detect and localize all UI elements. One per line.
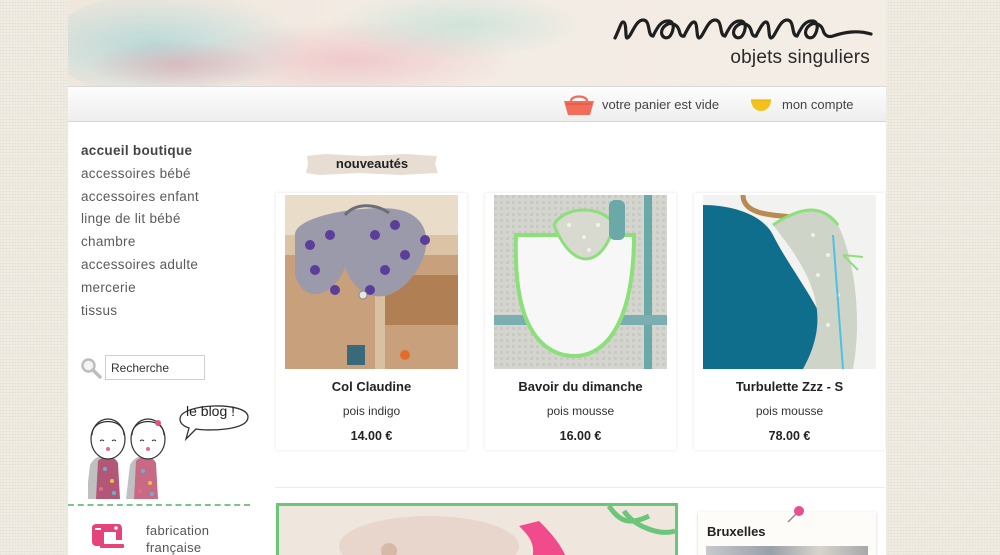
product-card[interactable]: Turbulette Zzz - S pois mousse 78.00 € bbox=[694, 193, 885, 450]
header-banner: objets singuliers bbox=[68, 0, 886, 86]
product-price: 16.00 € bbox=[559, 429, 602, 443]
cart-link[interactable]: votre panier est vide bbox=[562, 91, 719, 117]
product-image[interactable] bbox=[494, 195, 667, 369]
bruxelles-card[interactable]: Bruxelles bbox=[698, 506, 876, 555]
product-card[interactable]: Col Claudine pois indigo 14.00 € bbox=[276, 193, 467, 450]
account-icon bbox=[751, 99, 771, 111]
site-logo[interactable] bbox=[613, 8, 875, 48]
product-variant: pois indigo bbox=[342, 404, 401, 418]
category-chambre[interactable]: chambre bbox=[81, 231, 251, 254]
fabrication-francaise[interactable]: fabrication française bbox=[90, 522, 209, 555]
product-image[interactable] bbox=[703, 195, 876, 369]
section-divider bbox=[275, 487, 885, 488]
sidebar-divider bbox=[68, 504, 250, 506]
product-variant: pois mousse bbox=[546, 404, 615, 418]
account-label: mon compte bbox=[782, 96, 854, 112]
section-title: nouveautés bbox=[335, 156, 409, 171]
featured-banner-image[interactable] bbox=[276, 503, 678, 555]
product-image[interactable] bbox=[285, 195, 458, 369]
pin-icon bbox=[787, 506, 804, 523]
blog-label: le blog ! bbox=[186, 403, 235, 419]
site-tagline: objets singuliers bbox=[730, 47, 870, 68]
category-linge-de-lit-bebe[interactable]: linge de lit bébé bbox=[81, 208, 251, 231]
top-navbar: votre panier est vide mon compte bbox=[68, 86, 886, 122]
blog-illustration: le blog ! bbox=[86, 403, 249, 499]
search-input[interactable] bbox=[105, 355, 205, 380]
account-link[interactable]: mon compte bbox=[750, 91, 854, 117]
category-accessoires-bebe[interactable]: accessoires bébé bbox=[81, 163, 251, 186]
product-name[interactable]: Turbulette Zzz - S bbox=[694, 379, 885, 394]
bruxelles-photo bbox=[706, 546, 868, 555]
category-menu: accueil boutique accessoires bébé access… bbox=[81, 140, 251, 322]
category-accessoires-adulte[interactable]: accessoires adulte bbox=[81, 254, 251, 277]
page-container: objets singuliers votre panier est vide … bbox=[68, 0, 886, 555]
cart-status: votre panier est vide bbox=[602, 96, 720, 112]
product-variant: pois mousse bbox=[755, 404, 824, 418]
product-name[interactable]: Col Claudine bbox=[276, 379, 467, 394]
fabrication-label-line2: française bbox=[146, 540, 202, 555]
fabrication-label-line1: fabrication bbox=[146, 523, 210, 538]
search-icon[interactable] bbox=[80, 357, 102, 379]
category-accessoires-enfant[interactable]: accessoires enfant bbox=[81, 186, 251, 209]
category-mercerie[interactable]: mercerie bbox=[81, 277, 251, 300]
bruxelles-label: Bruxelles bbox=[707, 524, 766, 539]
sewing-machine-icon bbox=[92, 524, 124, 548]
product-card[interactable]: Bavoir du dimanche pois mousse 16.00 € bbox=[485, 193, 676, 450]
product-price: 78.00 € bbox=[768, 429, 811, 443]
product-price: 14.00 € bbox=[350, 429, 393, 443]
category-tissus[interactable]: tissus bbox=[81, 300, 251, 323]
blog-link[interactable]: le blog ! bbox=[86, 395, 253, 503]
section-heading-nouveautes: nouveautés bbox=[305, 153, 439, 175]
search-box bbox=[80, 355, 205, 380]
product-name[interactable]: Bavoir du dimanche bbox=[485, 379, 676, 394]
basket-icon bbox=[564, 95, 594, 115]
category-accueil-boutique[interactable]: accueil boutique bbox=[81, 140, 251, 163]
